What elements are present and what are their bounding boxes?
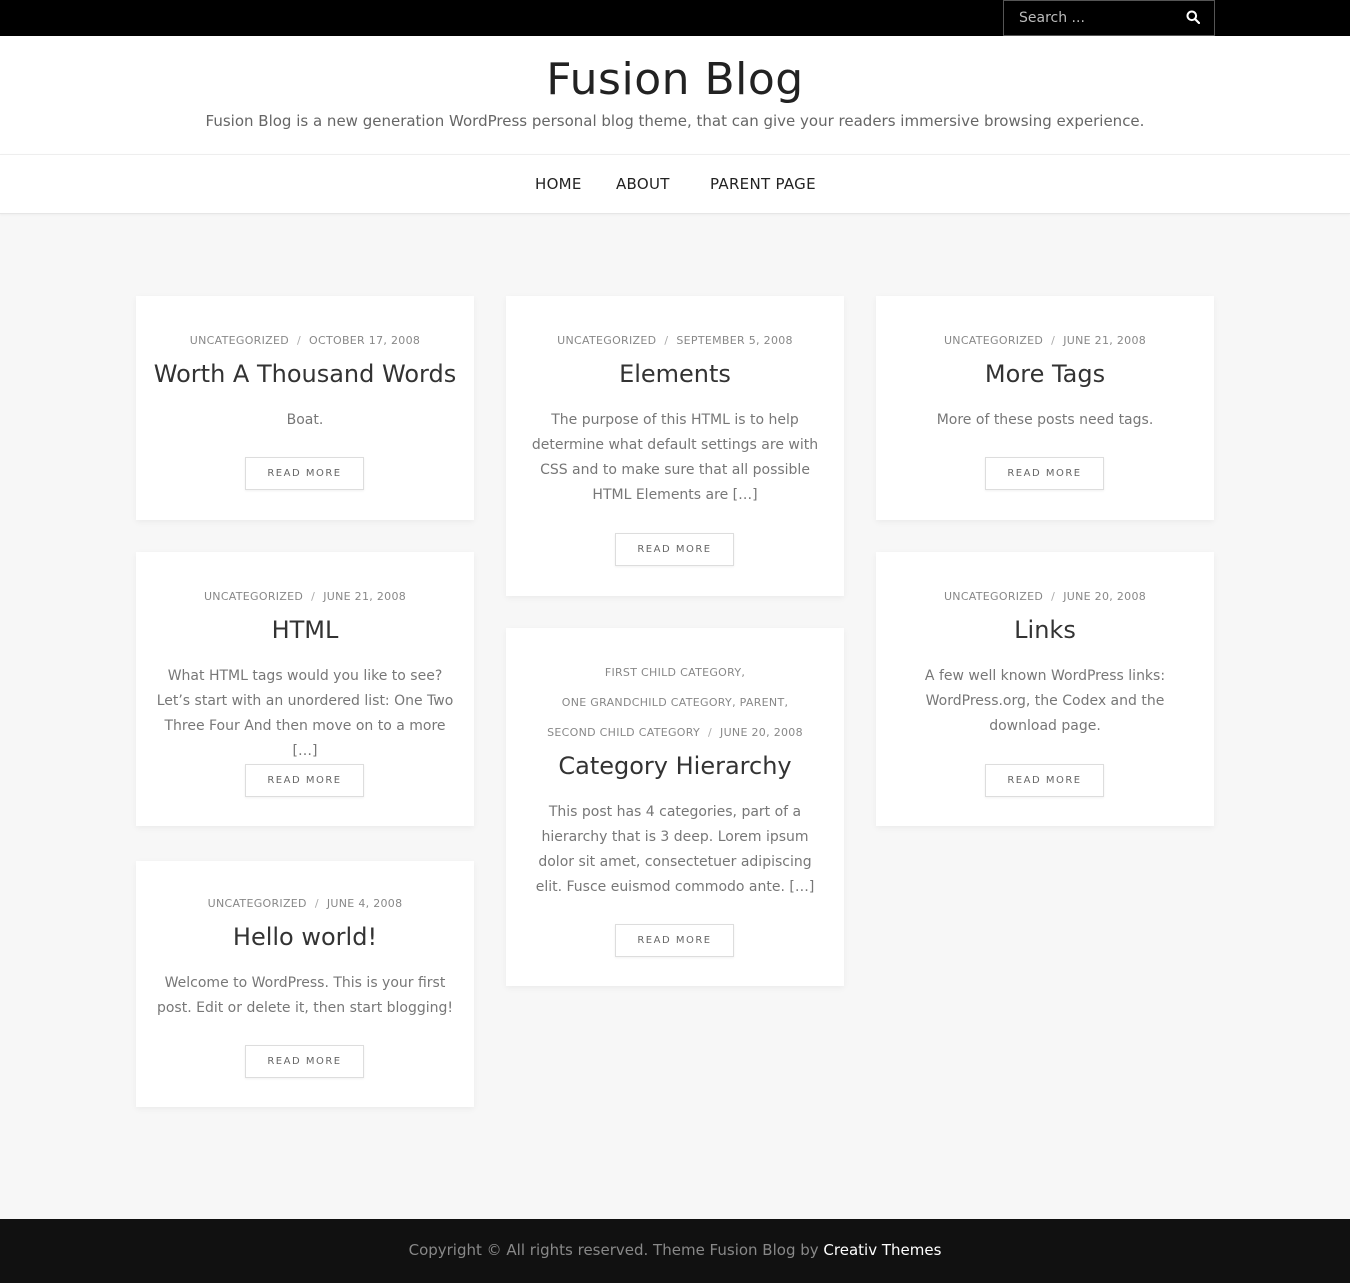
top-bar bbox=[0, 0, 1350, 36]
post-meta: SECOND CHILD CATEGORY / JUNE 20, 2008 bbox=[506, 726, 844, 739]
post-excerpt: More of these posts need tags. bbox=[936, 412, 1154, 428]
post-excerpt: A few well known WordPress links: WordPr… bbox=[924, 668, 1166, 734]
post-date[interactable]: SEPTEMBER 5, 2008 bbox=[676, 334, 792, 347]
post-excerpt: Welcome to WordPress. This is your first… bbox=[156, 975, 454, 1016]
nav-item-home[interactable]: HOME bbox=[535, 175, 582, 193]
post-category[interactable]: UNCATEGORIZED bbox=[944, 590, 1043, 603]
post-card: UNCATEGORIZED / JUNE 21, 2008 HTML What HT… bbox=[136, 552, 474, 826]
post-date[interactable]: OCTOBER 17, 2008 bbox=[309, 334, 420, 347]
post-category[interactable]: ONE GRANDCHILD CATEGORY, bbox=[562, 696, 736, 709]
post-category[interactable]: UNCATEGORIZED bbox=[557, 334, 656, 347]
post-excerpt: Boat. bbox=[286, 412, 324, 428]
nav-item-about[interactable]: ABOUT bbox=[616, 175, 670, 193]
meta-separator: / bbox=[708, 726, 713, 739]
post-meta: UNCATEGORIZED / JUNE 21, 2008 bbox=[876, 334, 1214, 347]
post-meta: UNCATEGORIZED / OCTOBER 17, 2008 bbox=[136, 334, 474, 347]
post-date[interactable]: JUNE 4, 2008 bbox=[327, 897, 403, 910]
meta-separator: / bbox=[314, 897, 319, 910]
post-card: UNCATEGORIZED / JUNE 21, 2008 More Tags Mo… bbox=[876, 296, 1214, 520]
post-card: UNCATEGORIZED / JUNE 20, 2008 Links A few … bbox=[876, 552, 1214, 826]
post-title[interactable]: Category Hierarchy bbox=[506, 752, 844, 780]
post-category[interactable]: SECOND CHILD CATEGORY bbox=[547, 726, 700, 739]
post-category[interactable]: UNCATEGORIZED bbox=[208, 897, 307, 910]
site-footer: Copyright © All rights reserved. Theme F… bbox=[0, 1219, 1350, 1283]
read-more-button[interactable]: READ MORE bbox=[245, 1045, 364, 1078]
read-more-button[interactable]: READ MORE bbox=[245, 457, 364, 490]
post-date[interactable]: JUNE 21, 2008 bbox=[1063, 334, 1146, 347]
read-more-button[interactable]: READ MORE bbox=[615, 533, 734, 566]
post-category[interactable]: FIRST CHILD CATEGORY, bbox=[605, 666, 745, 679]
meta-separator: / bbox=[1051, 590, 1056, 603]
post-date[interactable]: JUNE 21, 2008 bbox=[323, 590, 406, 603]
post-excerpt: What HTML tags would you like to see? Le… bbox=[156, 668, 454, 759]
post-meta: UNCATEGORIZED / SEPTEMBER 5, 2008 bbox=[506, 334, 844, 347]
search-icon bbox=[1186, 10, 1201, 24]
read-more-button[interactable]: READ MORE bbox=[245, 764, 364, 797]
nav-item-parent-page[interactable]: PARENT PAGE bbox=[710, 175, 816, 193]
post-excerpt: This post has 4 categories, part of a hi… bbox=[535, 804, 815, 895]
meta-separator: / bbox=[664, 334, 669, 347]
site-description: Fusion Blog is a new generation WordPres… bbox=[205, 112, 1145, 130]
post-meta: UNCATEGORIZED / JUNE 4, 2008 bbox=[136, 897, 474, 910]
post-title[interactable]: Links bbox=[876, 616, 1214, 644]
site-header: Fusion Blog Fusion Blog is a new generat… bbox=[0, 36, 1350, 154]
main-navigation: HOME ABOUT PARENT PAGE bbox=[0, 154, 1350, 214]
theme-author-link[interactable]: Creativ Themes bbox=[823, 1241, 941, 1259]
post-category[interactable]: UNCATEGORIZED bbox=[190, 334, 289, 347]
meta-separator: / bbox=[1051, 334, 1056, 347]
post-card: UNCATEGORIZED / SEPTEMBER 5, 2008 Elements… bbox=[506, 296, 844, 596]
post-card: FIRST CHILD CATEGORY, ONE GRANDCHILD CAT… bbox=[506, 628, 844, 986]
site-title[interactable]: Fusion Blog bbox=[0, 54, 1350, 105]
read-more-button[interactable]: READ MORE bbox=[615, 924, 734, 957]
post-meta: FIRST CHILD CATEGORY, bbox=[506, 666, 844, 679]
post-title[interactable]: More Tags bbox=[876, 360, 1214, 388]
search-input[interactable] bbox=[1004, 1, 1174, 35]
post-excerpt: The purpose of this HTML is to help dete… bbox=[531, 412, 819, 503]
copyright-text: Copyright © All rights reserved. Theme F… bbox=[408, 1241, 819, 1259]
post-meta: UNCATEGORIZED / JUNE 20, 2008 bbox=[876, 590, 1214, 603]
search-form bbox=[1003, 0, 1215, 36]
post-title[interactable]: Worth A Thousand Words bbox=[136, 360, 474, 388]
post-date[interactable]: JUNE 20, 2008 bbox=[720, 726, 803, 739]
footer-copyright: Copyright © All rights reserved. Theme F… bbox=[0, 1241, 1350, 1259]
post-title[interactable]: Elements bbox=[506, 360, 844, 388]
post-title[interactable]: Hello world! bbox=[136, 923, 474, 951]
post-category[interactable]: UNCATEGORIZED bbox=[944, 334, 1043, 347]
meta-separator: / bbox=[297, 334, 302, 347]
post-title[interactable]: HTML bbox=[136, 616, 474, 644]
meta-separator: / bbox=[311, 590, 316, 603]
post-meta: ONE GRANDCHILD CATEGORY, PARENT, bbox=[506, 696, 844, 709]
post-card: UNCATEGORIZED / OCTOBER 17, 2008 Worth A T… bbox=[136, 296, 474, 520]
post-category[interactable]: UNCATEGORIZED bbox=[204, 590, 303, 603]
read-more-button[interactable]: READ MORE bbox=[985, 457, 1104, 490]
read-more-button[interactable]: READ MORE bbox=[985, 764, 1104, 797]
post-category[interactable]: PARENT, bbox=[740, 696, 789, 709]
post-date[interactable]: JUNE 20, 2008 bbox=[1063, 590, 1146, 603]
search-button[interactable] bbox=[1180, 7, 1206, 29]
post-meta: UNCATEGORIZED / JUNE 21, 2008 bbox=[136, 590, 474, 603]
post-card: UNCATEGORIZED / JUNE 4, 2008 Hello world! … bbox=[136, 861, 474, 1107]
